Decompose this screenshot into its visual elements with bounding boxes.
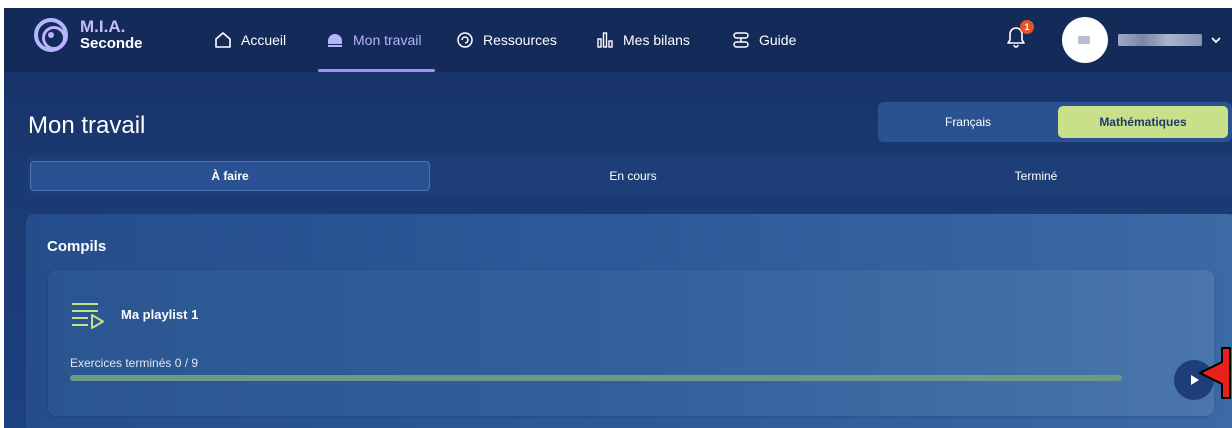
subject-switch: Français Mathématiques (878, 102, 1232, 142)
nav-item-mon-travail[interactable]: Mon travail (318, 8, 436, 72)
status-tabs: À faire En cours Terminé (28, 156, 1232, 196)
playlist-title: Ma playlist 1 (121, 307, 199, 322)
cropped-heading (0, 0, 1232, 8)
nav-label: Guide (759, 32, 797, 48)
nav-item-ressources[interactable]: Ressources (456, 8, 557, 72)
nav-item-guide[interactable]: Guide (732, 8, 796, 72)
username-redacted[interactable] (1118, 34, 1202, 46)
tab-termine[interactable]: Terminé (836, 161, 1232, 191)
nav-label: Accueil (241, 32, 287, 48)
compils-section: Compils Ma playlist 1 Exercices terminés… (26, 214, 1232, 428)
resources-icon (456, 31, 474, 49)
page-title: Mon travail (28, 112, 146, 139)
brand-level: Seconde (80, 35, 143, 52)
section-title: Compils (47, 238, 107, 255)
notification-badge: 1 (1020, 20, 1034, 34)
brand-logo[interactable]: M.I.A. Seconde (34, 18, 143, 52)
guide-icon (732, 31, 750, 49)
nav-label: Mon travail (353, 32, 422, 48)
top-navbar: M.I.A. Seconde Accueil Mon travail Resso… (4, 8, 1232, 72)
logo-icon (34, 18, 68, 52)
nav-item-mes-bilans[interactable]: Mes bilans (596, 8, 690, 72)
active-indicator (318, 69, 436, 72)
avatar[interactable] (1062, 17, 1108, 63)
nav-label: Mes bilans (623, 32, 690, 48)
playlist-card[interactable]: Ma playlist 1 Exercices terminés 0 / 9 (48, 270, 1214, 416)
work-icon (326, 31, 344, 49)
annotation-arrow-icon (1199, 347, 1231, 399)
chevron-down-icon[interactable] (1210, 32, 1222, 48)
app-frame: M.I.A. Seconde Accueil Mon travail Resso… (4, 8, 1232, 428)
home-icon (214, 31, 232, 49)
nav-item-accueil[interactable]: Accueil (214, 8, 286, 72)
brand-name: M.I.A. (80, 17, 126, 36)
subject-francais-button[interactable]: Français (882, 106, 1054, 138)
subject-mathematiques-button[interactable]: Mathématiques (1058, 106, 1228, 138)
tab-a-faire[interactable]: À faire (30, 161, 430, 191)
playlist-progress-label: Exercices terminés 0 / 9 (70, 356, 199, 370)
playlist-progress-bar (70, 375, 1122, 381)
playlist-icon (70, 300, 106, 330)
chart-icon (596, 31, 614, 49)
tab-en-cours[interactable]: En cours (433, 161, 833, 191)
nav-label: Ressources (483, 32, 557, 48)
